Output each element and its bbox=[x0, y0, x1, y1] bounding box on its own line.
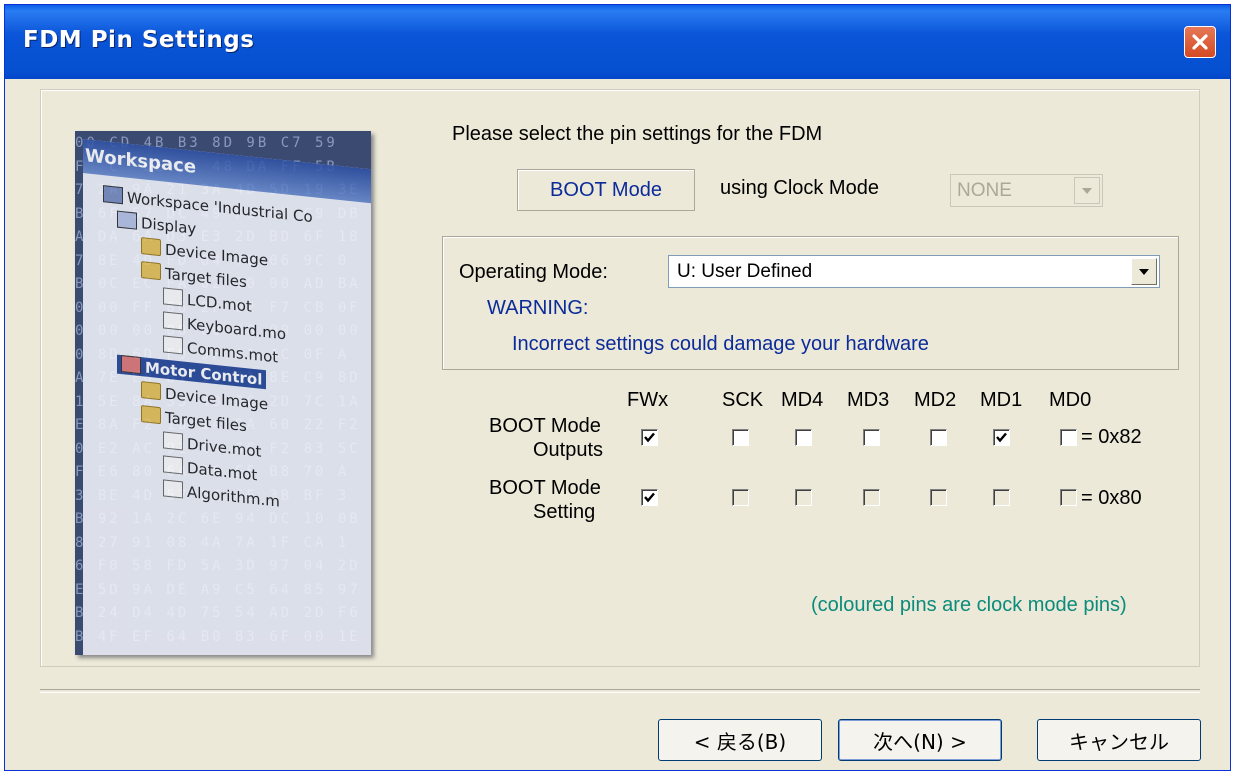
pin-checkbox-md3-setting[interactable] bbox=[863, 489, 880, 506]
pin-checkbox-md1-outputs[interactable] bbox=[993, 429, 1010, 446]
pin-checkbox-md0-outputs[interactable] bbox=[1060, 429, 1077, 446]
pin-checkbox-md4-outputs[interactable] bbox=[795, 429, 812, 446]
pin-header-md4: MD4 bbox=[781, 389, 824, 411]
chevron-down-icon bbox=[1082, 187, 1092, 194]
row-outputs-label-line1: BOOT Mode bbox=[489, 415, 601, 437]
file-icon bbox=[163, 311, 183, 331]
back-button[interactable]: < 戻る(B) bbox=[658, 719, 822, 761]
pin-header-md0: MD0 bbox=[1049, 389, 1092, 411]
tree-item-label: Comms.mot bbox=[187, 338, 279, 367]
row-setting-label-line2: Setting bbox=[533, 501, 596, 523]
row-setting-value: = 0x80 bbox=[1081, 487, 1142, 509]
cancel-button[interactable]: キャンセル bbox=[1037, 719, 1201, 761]
clock-mode-value: NONE bbox=[957, 180, 1012, 201]
folder-icon bbox=[141, 261, 161, 281]
pin-checkbox-md2-outputs[interactable] bbox=[930, 429, 947, 446]
clock-pins-note: (coloured pins are clock mode pins) bbox=[811, 594, 1127, 616]
tree-item-label: Data.mot bbox=[187, 458, 258, 485]
pin-header-fwx: FWx bbox=[627, 389, 669, 411]
next-button[interactable]: 次へ(N) > bbox=[838, 719, 1002, 761]
file-icon bbox=[163, 335, 183, 355]
ws-icon bbox=[103, 185, 123, 205]
pin-checkbox-md3-outputs[interactable] bbox=[863, 429, 880, 446]
tree-item: LCD.mot bbox=[163, 287, 252, 316]
project-icon bbox=[121, 354, 141, 375]
operating-mode-value: U: User Defined bbox=[677, 261, 813, 282]
pin-checkbox-sck-outputs[interactable] bbox=[732, 429, 749, 446]
project-icon bbox=[117, 210, 137, 230]
file-icon bbox=[163, 287, 183, 307]
tree-item-label: Algorithm.m bbox=[187, 482, 280, 511]
close-button[interactable] bbox=[1184, 26, 1216, 58]
tree-item-label: Drive.mot bbox=[187, 434, 262, 461]
pin-header-md2: MD2 bbox=[914, 389, 957, 411]
tree-item-label: Display bbox=[141, 214, 197, 238]
pin-checkbox-md2-setting[interactable] bbox=[930, 489, 947, 506]
warning-title: WARNING: bbox=[487, 297, 589, 319]
folder-icon bbox=[141, 237, 161, 257]
row-outputs-label-line2: Outputs bbox=[533, 439, 604, 461]
row-outputs-value: = 0x82 bbox=[1081, 426, 1142, 448]
clock-mode-label: using Clock Mode bbox=[720, 177, 879, 199]
dialog-window: FDM Pin Settings 00 CD 4B B3 8D 9B C7 59… bbox=[4, 4, 1231, 771]
checkmark-icon bbox=[644, 492, 655, 503]
workspace-illustration: 00 CD 4B B3 8D 9B C7 59F C DE B1 48 DA F… bbox=[75, 131, 371, 655]
instructions-text: Please select the pin settings for the F… bbox=[452, 123, 823, 145]
operating-mode-select[interactable]: U: User Defined bbox=[668, 255, 1160, 288]
folder-icon bbox=[141, 405, 161, 425]
pin-checkbox-md1-setting[interactable] bbox=[993, 489, 1010, 506]
clock-mode-select[interactable]: NONE bbox=[950, 174, 1103, 207]
row-setting-label-line1: BOOT Mode bbox=[489, 477, 601, 499]
folder-icon bbox=[141, 381, 161, 401]
clock-mode-dropdown-button[interactable] bbox=[1074, 177, 1100, 204]
pin-checkbox-md0-setting[interactable] bbox=[1060, 489, 1077, 506]
title-bar[interactable]: FDM Pin Settings bbox=[5, 5, 1230, 79]
file-icon bbox=[163, 479, 183, 499]
boot-mode-label: BOOT Mode bbox=[517, 169, 695, 211]
pin-header-md1: MD1 bbox=[980, 389, 1023, 411]
pin-checkbox-fwx-outputs[interactable] bbox=[641, 429, 658, 446]
pin-checkbox-sck-setting[interactable] bbox=[732, 489, 749, 506]
operating-mode-label: Operating Mode: bbox=[459, 261, 608, 283]
pin-checkbox-fwx-setting[interactable] bbox=[641, 489, 658, 506]
pin-header-md3: MD3 bbox=[847, 389, 890, 411]
tree-item: Display bbox=[117, 210, 197, 238]
pin-header-sck: SCK bbox=[722, 389, 764, 411]
window-title: FDM Pin Settings bbox=[23, 27, 255, 53]
pin-checkbox-md4-setting[interactable] bbox=[795, 489, 812, 506]
workspace-panel: Workspace Workspace 'Industrial Co Displa… bbox=[83, 139, 371, 655]
tree-item-label: LCD.mot bbox=[187, 290, 252, 316]
separator bbox=[40, 689, 1200, 693]
warning-text: Incorrect settings could damage your har… bbox=[512, 333, 929, 355]
tree-item: Algorithm.m bbox=[163, 479, 280, 511]
close-icon bbox=[1192, 34, 1208, 50]
checkmark-icon bbox=[996, 432, 1007, 443]
file-icon bbox=[163, 455, 183, 475]
chevron-down-icon bbox=[1139, 268, 1149, 275]
file-icon bbox=[163, 431, 183, 451]
tree-item-label: Target files bbox=[165, 408, 247, 436]
operating-mode-dropdown-button[interactable] bbox=[1131, 258, 1157, 285]
tree-item-label: Target files bbox=[165, 264, 247, 292]
checkmark-icon bbox=[644, 432, 655, 443]
